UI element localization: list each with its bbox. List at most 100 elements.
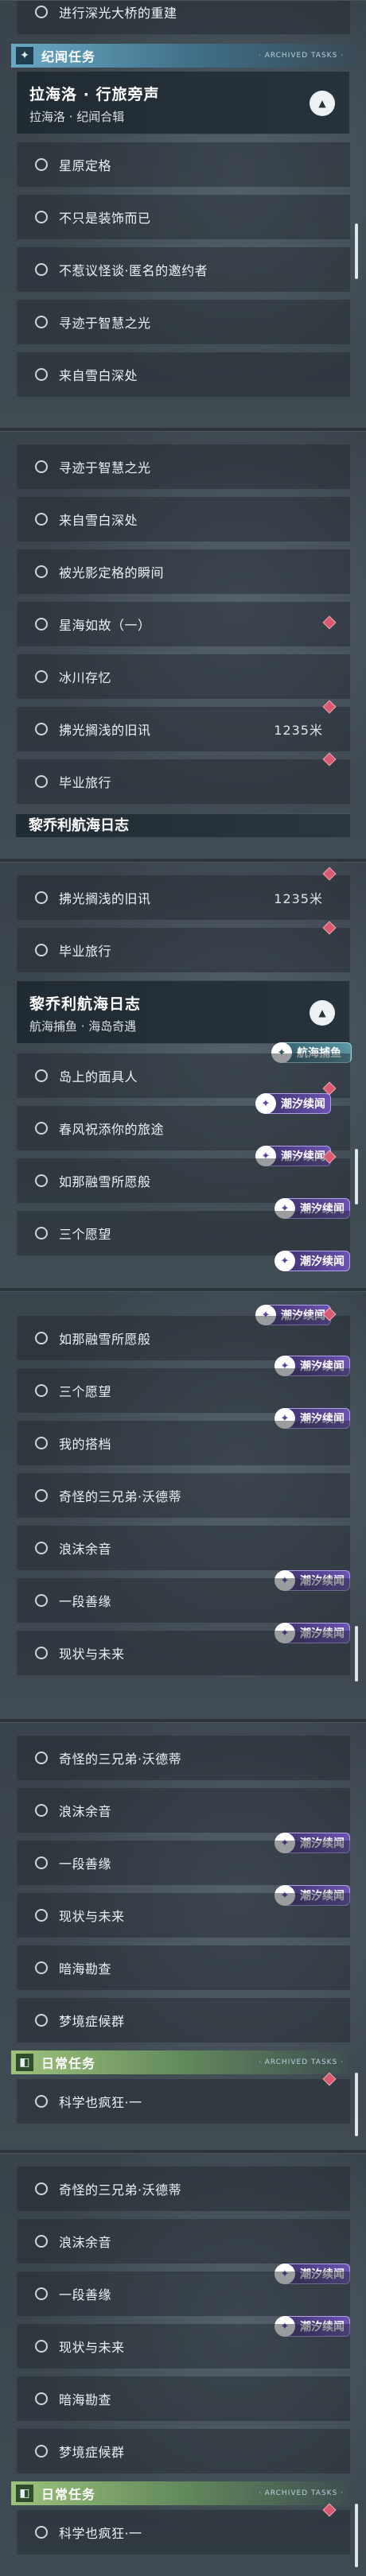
- quest-label: 一段善缘: [59, 1856, 112, 1872]
- quest-row[interactable]: 如那融雪所愿般: [16, 1307, 350, 1360]
- radio-circle-icon: [35, 460, 48, 473]
- quest-panel-2: 寻迹于智慧之光 来自雪白深处 被光影定格的瞬间 星海如故（一） 冰川存忆 拂光搁…: [0, 431, 366, 859]
- radio-circle-icon: [35, 1647, 48, 1659]
- quest-label: 不惹议怪谈·匿名的邀约者: [59, 263, 208, 278]
- quest-row[interactable]: 如那融雪所愿般: [16, 1150, 350, 1203]
- radio-circle-icon: [35, 1856, 48, 1869]
- radio-circle-icon: [35, 1752, 48, 1764]
- radio-circle-icon: [35, 513, 48, 526]
- red-diamond-marker-icon: [322, 752, 337, 766]
- quest-label: 春风祝添你的旅途: [59, 1122, 165, 1137]
- quest-label: 拂光搁浅的旧讯: [59, 891, 151, 906]
- section-tag: · ARCHIVED TASKS ·: [258, 2058, 344, 2066]
- radio-circle-icon: [35, 2095, 48, 2108]
- red-diamond-marker-icon: [322, 2072, 337, 2086]
- quest-row[interactable]: 科学也疯狂·一: [16, 2503, 350, 2555]
- quest-row[interactable]: 奇怪的三兄弟·沃德蒂: [16, 1473, 350, 1518]
- quest-row[interactable]: 奇怪的三兄弟·沃德蒂: [16, 1736, 350, 1780]
- quest-row[interactable]: 浪沫余音: [16, 1526, 350, 1570]
- scrollbar[interactable]: [355, 1626, 358, 1682]
- quest-row[interactable]: 不只是装饰而已: [16, 195, 350, 239]
- quest-row[interactable]: 梦境症候群: [16, 1998, 350, 2043]
- section-header-daily: ◧ 日常任务 · ARCHIVED TASKS ·: [11, 2050, 355, 2074]
- section-header-legend: ✦ 纪闻任务 · ARCHIVED TASKS ·: [11, 44, 355, 68]
- quest-row[interactable]: 梦境症候群: [16, 2429, 350, 2473]
- quest-label: 奇怪的三兄弟·沃德蒂: [59, 2182, 182, 2198]
- quest-row[interactable]: 拂光搁浅的旧讯 1235米: [16, 867, 350, 920]
- quest-row[interactable]: 岛上的面具人: [16, 1053, 350, 1098]
- quest-row[interactable]: 星海如故（一）: [16, 602, 350, 646]
- quest-row[interactable]: 冰川存忆: [16, 654, 350, 699]
- radio-circle-icon: [35, 2182, 48, 2195]
- radio-circle-icon: [35, 2014, 48, 2027]
- quest-label: 如那融雪所愿般: [59, 1174, 151, 1189]
- tide-story-icon: ✦: [274, 1251, 295, 1271]
- quest-row[interactable]: 现状与未来: [16, 1631, 350, 1675]
- radio-circle-icon: [35, 565, 48, 578]
- tide-badge: ✦ 潮汐续闻: [255, 1093, 331, 1114]
- red-diamond-marker-icon: [322, 867, 337, 881]
- quest-row[interactable]: 暗海勘查: [16, 1946, 350, 1990]
- radio-circle-icon: [35, 1384, 48, 1397]
- quest-label: 暗海勘查: [59, 2392, 112, 2407]
- radio-circle-icon: [35, 6, 48, 18]
- chevron-up-icon[interactable]: ▲: [310, 1000, 335, 1026]
- quest-row[interactable]: 现状与未来: [16, 1893, 350, 1938]
- quest-row[interactable]: 被光影定格的瞬间: [16, 549, 350, 594]
- quest-panel-6: 奇怪的三兄弟·沃德蒂 浪沫余音 ✦ 潮汐续闻 一段善缘 ✦ 潮汐续闻 现状与未来…: [0, 2153, 366, 2576]
- quest-row[interactable]: 一段善缘: [16, 2271, 350, 2316]
- radio-circle-icon: [35, 211, 48, 223]
- quest-label: 岛上的面具人: [59, 1069, 138, 1084]
- scrollbar[interactable]: [355, 1149, 358, 1205]
- quest-label: 寻迹于智慧之光: [59, 460, 151, 475]
- group-header-lahailuo[interactable]: 拉海洛 · 行旅旁声 拉海洛 · 纪闻合辑 ▲: [16, 71, 350, 134]
- distance-readout: 1235米: [274, 723, 323, 738]
- quest-row[interactable]: 三个愿望: [16, 1211, 350, 1255]
- radio-circle-icon: [35, 263, 48, 276]
- quest-label: 如那融雪所愿般: [59, 1332, 151, 1347]
- quest-row[interactable]: 现状与未来: [16, 2324, 350, 2368]
- quest-label: 我的搭档: [59, 1437, 112, 1452]
- quest-row-bridge[interactable]: 进行深光大桥的重建: [16, 1, 350, 34]
- quest-label: 进行深光大桥的重建: [59, 6, 177, 21]
- scrollbar[interactable]: [355, 2073, 358, 2136]
- quest-row[interactable]: 一段善缘: [16, 1578, 350, 1623]
- quest-row[interactable]: 毕业旅行: [16, 921, 350, 972]
- quest-label: 毕业旅行: [59, 775, 112, 790]
- radio-circle-icon: [35, 1332, 48, 1344]
- radio-circle-icon: [35, 1227, 48, 1240]
- quest-row[interactable]: 浪沫余音: [16, 1788, 350, 1833]
- section-title: 日常任务: [41, 2487, 96, 2502]
- radio-circle-icon: [35, 723, 48, 735]
- quest-row[interactable]: 来自雪白深处: [16, 352, 350, 397]
- quest-label: 来自雪白深处: [59, 513, 138, 528]
- quest-row[interactable]: 不惹议怪谈·匿名的邀约者: [16, 247, 350, 292]
- quest-label: 梦境症候群: [59, 2445, 125, 2460]
- radio-circle-icon: [35, 1961, 48, 1974]
- quest-row[interactable]: 星原定格: [16, 142, 350, 187]
- quest-row[interactable]: 暗海勘查: [16, 2376, 350, 2421]
- quest-panel-1: 进行深光大桥的重建 ✦ 纪闻任务 · ARCHIVED TASKS · 拉海洛 …: [0, 0, 366, 428]
- quest-row[interactable]: 毕业旅行: [16, 752, 350, 804]
- red-diamond-marker-icon: [322, 2503, 337, 2517]
- scrollbar[interactable]: [355, 223, 358, 279]
- quest-row[interactable]: 拂光搁浅的旧讯 1235米: [16, 700, 350, 751]
- quest-row[interactable]: 奇怪的三兄弟·沃德蒂: [16, 2167, 350, 2211]
- quest-row[interactable]: 寻迹于智慧之光: [16, 300, 350, 344]
- group-header-liqiaoli[interactable]: 黎乔利航海日志 航海捕鱼 · 海岛奇遇 ▲: [16, 980, 350, 1044]
- quest-row[interactable]: 寻迹于智慧之光: [16, 444, 350, 489]
- calendar-icon: ◧: [16, 2054, 33, 2071]
- chevron-up-icon[interactable]: ▲: [310, 91, 335, 116]
- quest-row[interactable]: 来自雪白深处: [16, 497, 350, 541]
- scrollbar[interactable]: [355, 2504, 358, 2567]
- quest-label: 拂光搁浅的旧讯: [59, 723, 151, 738]
- quest-row[interactable]: 科学也疯狂·一: [16, 2072, 350, 2124]
- quest-row[interactable]: 我的搭档: [16, 1421, 350, 1465]
- quest-row[interactable]: 浪沫余音: [16, 2219, 350, 2264]
- radio-circle-icon: [35, 1437, 48, 1449]
- section-header-daily: ◧ 日常任务 · ARCHIVED TASKS ·: [11, 2481, 355, 2505]
- tide-badge: ✦ 潮汐续闻: [274, 1251, 350, 1271]
- quest-row[interactable]: 三个愿望: [16, 1368, 350, 1413]
- quest-row[interactable]: 一段善缘: [16, 1841, 350, 1885]
- red-diamond-marker-icon: [322, 921, 337, 935]
